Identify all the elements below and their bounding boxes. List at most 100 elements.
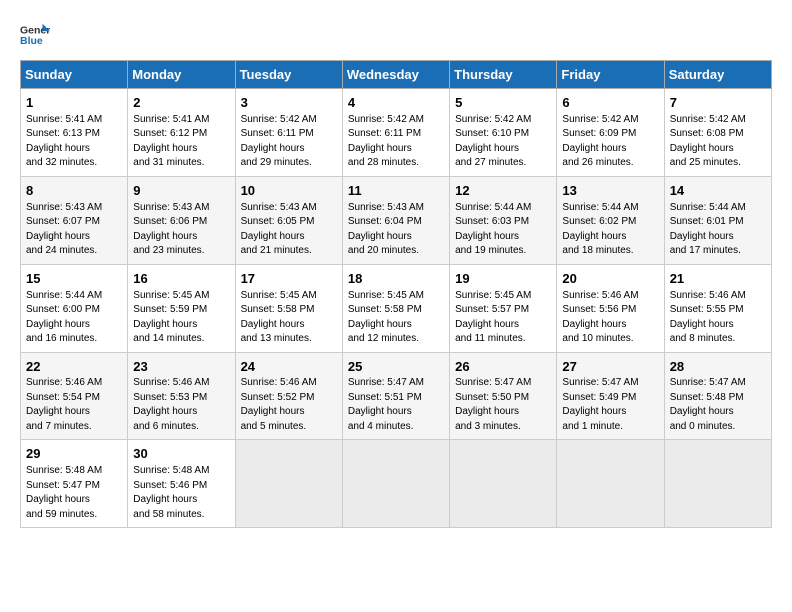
day-number: 8	[26, 182, 122, 201]
day-details: Sunrise: 5:43 AMSunset: 6:07 PMDaylight …	[26, 201, 122, 259]
day-number: 24	[241, 358, 337, 377]
day-number: 16	[133, 270, 229, 289]
calendar-body: 1Sunrise: 5:41 AMSunset: 6:13 PMDaylight…	[21, 89, 772, 528]
day-details: Sunrise: 5:45 AMSunset: 5:58 PMDaylight …	[241, 289, 337, 347]
calendar-cell-5-7	[664, 440, 771, 528]
day-details: Sunrise: 5:46 AMSunset: 5:56 PMDaylight …	[562, 289, 658, 347]
calendar-cell-1-6: 6Sunrise: 5:42 AMSunset: 6:09 PMDaylight…	[557, 89, 664, 177]
calendar-cell-5-2: 30Sunrise: 5:48 AMSunset: 5:46 PMDayligh…	[128, 440, 235, 528]
column-header-monday: Monday	[128, 61, 235, 89]
day-number: 21	[670, 270, 766, 289]
calendar-cell-2-1: 8Sunrise: 5:43 AMSunset: 6:07 PMDaylight…	[21, 176, 128, 264]
calendar-cell-2-4: 11Sunrise: 5:43 AMSunset: 6:04 PMDayligh…	[342, 176, 449, 264]
calendar-cell-4-4: 25Sunrise: 5:47 AMSunset: 5:51 PMDayligh…	[342, 352, 449, 440]
day-details: Sunrise: 5:41 AMSunset: 6:12 PMDaylight …	[133, 113, 229, 171]
day-details: Sunrise: 5:47 AMSunset: 5:49 PMDaylight …	[562, 376, 658, 434]
calendar-table: SundayMondayTuesdayWednesdayThursdayFrid…	[20, 60, 772, 528]
calendar-cell-3-3: 17Sunrise: 5:45 AMSunset: 5:58 PMDayligh…	[235, 264, 342, 352]
day-number: 7	[670, 94, 766, 113]
day-number: 19	[455, 270, 551, 289]
calendar-cell-3-7: 21Sunrise: 5:46 AMSunset: 5:55 PMDayligh…	[664, 264, 771, 352]
svg-text:Blue: Blue	[20, 35, 43, 47]
day-number: 25	[348, 358, 444, 377]
day-details: Sunrise: 5:44 AMSunset: 6:00 PMDaylight …	[26, 289, 122, 347]
calendar-cell-4-1: 22Sunrise: 5:46 AMSunset: 5:54 PMDayligh…	[21, 352, 128, 440]
column-header-friday: Friday	[557, 61, 664, 89]
calendar-cell-1-5: 5Sunrise: 5:42 AMSunset: 6:10 PMDaylight…	[450, 89, 557, 177]
day-details: Sunrise: 5:43 AMSunset: 6:05 PMDaylight …	[241, 201, 337, 259]
day-details: Sunrise: 5:47 AMSunset: 5:48 PMDaylight …	[670, 376, 766, 434]
day-number: 5	[455, 94, 551, 113]
day-details: Sunrise: 5:45 AMSunset: 5:58 PMDaylight …	[348, 289, 444, 347]
calendar-week-1: 1Sunrise: 5:41 AMSunset: 6:13 PMDaylight…	[21, 89, 772, 177]
page-header: General Blue	[20, 20, 772, 50]
calendar-cell-2-5: 12Sunrise: 5:44 AMSunset: 6:03 PMDayligh…	[450, 176, 557, 264]
day-details: Sunrise: 5:47 AMSunset: 5:50 PMDaylight …	[455, 376, 551, 434]
day-number: 3	[241, 94, 337, 113]
calendar-cell-5-4	[342, 440, 449, 528]
column-header-wednesday: Wednesday	[342, 61, 449, 89]
column-header-saturday: Saturday	[664, 61, 771, 89]
calendar-cell-5-1: 29Sunrise: 5:48 AMSunset: 5:47 PMDayligh…	[21, 440, 128, 528]
day-number: 1	[26, 94, 122, 113]
day-number: 20	[562, 270, 658, 289]
calendar-cell-3-1: 15Sunrise: 5:44 AMSunset: 6:00 PMDayligh…	[21, 264, 128, 352]
day-number: 11	[348, 182, 444, 201]
day-number: 14	[670, 182, 766, 201]
calendar-week-3: 15Sunrise: 5:44 AMSunset: 6:00 PMDayligh…	[21, 264, 772, 352]
calendar-cell-4-7: 28Sunrise: 5:47 AMSunset: 5:48 PMDayligh…	[664, 352, 771, 440]
day-details: Sunrise: 5:42 AMSunset: 6:10 PMDaylight …	[455, 113, 551, 171]
day-number: 12	[455, 182, 551, 201]
calendar-cell-5-5	[450, 440, 557, 528]
calendar-cell-2-7: 14Sunrise: 5:44 AMSunset: 6:01 PMDayligh…	[664, 176, 771, 264]
calendar-cell-1-2: 2Sunrise: 5:41 AMSunset: 6:12 PMDaylight…	[128, 89, 235, 177]
calendar-week-5: 29Sunrise: 5:48 AMSunset: 5:47 PMDayligh…	[21, 440, 772, 528]
logo-icon: General Blue	[20, 20, 50, 50]
calendar-cell-1-7: 7Sunrise: 5:42 AMSunset: 6:08 PMDaylight…	[664, 89, 771, 177]
day-details: Sunrise: 5:46 AMSunset: 5:52 PMDaylight …	[241, 376, 337, 434]
calendar-cell-4-2: 23Sunrise: 5:46 AMSunset: 5:53 PMDayligh…	[128, 352, 235, 440]
day-details: Sunrise: 5:45 AMSunset: 5:57 PMDaylight …	[455, 289, 551, 347]
day-number: 6	[562, 94, 658, 113]
column-header-tuesday: Tuesday	[235, 61, 342, 89]
day-details: Sunrise: 5:45 AMSunset: 5:59 PMDaylight …	[133, 289, 229, 347]
calendar-header-row: SundayMondayTuesdayWednesdayThursdayFrid…	[21, 61, 772, 89]
calendar-cell-2-3: 10Sunrise: 5:43 AMSunset: 6:05 PMDayligh…	[235, 176, 342, 264]
calendar-cell-4-3: 24Sunrise: 5:46 AMSunset: 5:52 PMDayligh…	[235, 352, 342, 440]
day-details: Sunrise: 5:44 AMSunset: 6:03 PMDaylight …	[455, 201, 551, 259]
calendar-week-4: 22Sunrise: 5:46 AMSunset: 5:54 PMDayligh…	[21, 352, 772, 440]
calendar-cell-2-6: 13Sunrise: 5:44 AMSunset: 6:02 PMDayligh…	[557, 176, 664, 264]
calendar-cell-4-5: 26Sunrise: 5:47 AMSunset: 5:50 PMDayligh…	[450, 352, 557, 440]
day-number: 9	[133, 182, 229, 201]
day-details: Sunrise: 5:44 AMSunset: 6:02 PMDaylight …	[562, 201, 658, 259]
calendar-week-2: 8Sunrise: 5:43 AMSunset: 6:07 PMDaylight…	[21, 176, 772, 264]
day-details: Sunrise: 5:43 AMSunset: 6:06 PMDaylight …	[133, 201, 229, 259]
day-number: 23	[133, 358, 229, 377]
day-details: Sunrise: 5:46 AMSunset: 5:54 PMDaylight …	[26, 376, 122, 434]
day-details: Sunrise: 5:42 AMSunset: 6:09 PMDaylight …	[562, 113, 658, 171]
calendar-cell-3-5: 19Sunrise: 5:45 AMSunset: 5:57 PMDayligh…	[450, 264, 557, 352]
calendar-cell-3-6: 20Sunrise: 5:46 AMSunset: 5:56 PMDayligh…	[557, 264, 664, 352]
day-number: 4	[348, 94, 444, 113]
day-details: Sunrise: 5:42 AMSunset: 6:11 PMDaylight …	[241, 113, 337, 171]
calendar-cell-5-6	[557, 440, 664, 528]
calendar-cell-5-3	[235, 440, 342, 528]
day-details: Sunrise: 5:46 AMSunset: 5:53 PMDaylight …	[133, 376, 229, 434]
calendar-cell-3-4: 18Sunrise: 5:45 AMSunset: 5:58 PMDayligh…	[342, 264, 449, 352]
day-number: 26	[455, 358, 551, 377]
column-header-thursday: Thursday	[450, 61, 557, 89]
day-details: Sunrise: 5:48 AMSunset: 5:47 PMDaylight …	[26, 464, 122, 522]
calendar-cell-3-2: 16Sunrise: 5:45 AMSunset: 5:59 PMDayligh…	[128, 264, 235, 352]
day-number: 27	[562, 358, 658, 377]
day-details: Sunrise: 5:46 AMSunset: 5:55 PMDaylight …	[670, 289, 766, 347]
day-number: 13	[562, 182, 658, 201]
day-details: Sunrise: 5:42 AMSunset: 6:11 PMDaylight …	[348, 113, 444, 171]
day-number: 22	[26, 358, 122, 377]
day-number: 2	[133, 94, 229, 113]
day-details: Sunrise: 5:47 AMSunset: 5:51 PMDaylight …	[348, 376, 444, 434]
day-details: Sunrise: 5:48 AMSunset: 5:46 PMDaylight …	[133, 464, 229, 522]
day-number: 15	[26, 270, 122, 289]
day-details: Sunrise: 5:43 AMSunset: 6:04 PMDaylight …	[348, 201, 444, 259]
day-number: 28	[670, 358, 766, 377]
calendar-cell-1-1: 1Sunrise: 5:41 AMSunset: 6:13 PMDaylight…	[21, 89, 128, 177]
